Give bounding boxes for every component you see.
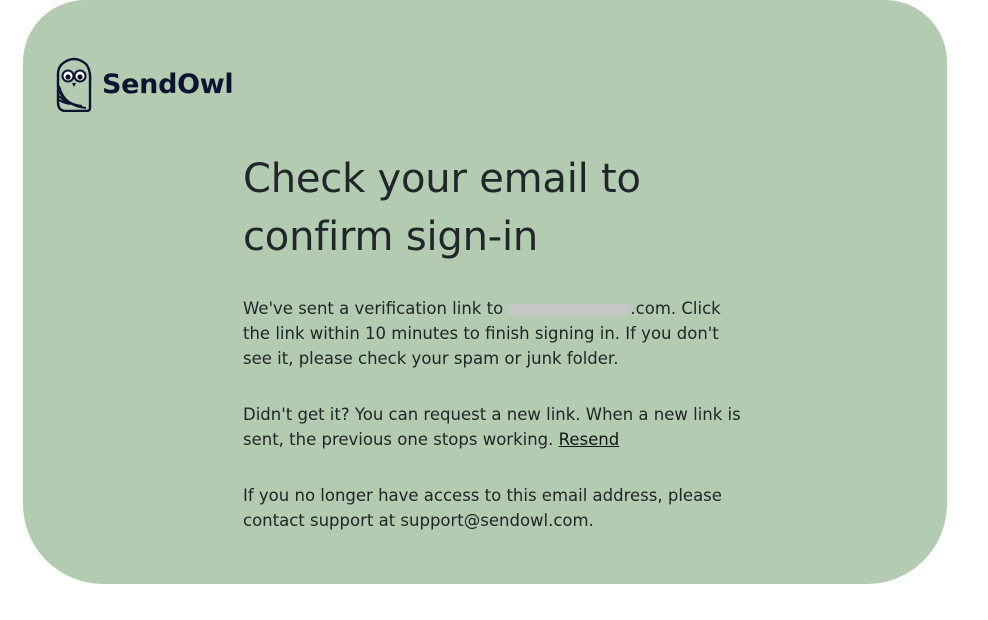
resend-message-text: Didn't get it? You can request a new lin…: [243, 405, 741, 449]
brand-name: SendOwl: [102, 68, 234, 100]
resend-link[interactable]: Resend: [559, 430, 620, 449]
page-title: Check your email to confirm sign-in: [243, 156, 641, 260]
verification-message-prefix: We've sent a verification link to: [243, 299, 509, 318]
redacted-email: [508, 303, 631, 316]
content-card: SendOwl Check your email to confirm sign…: [23, 0, 947, 584]
sendowl-logo[interactable]: SendOwl: [56, 56, 234, 112]
owl-logo-icon: [56, 57, 92, 112]
main-content: Check your email to confirm sign-in We'v…: [243, 150, 743, 533]
verification-message: We've sent a verification link to .com. …: [243, 296, 743, 371]
resend-message: Didn't get it? You can request a new lin…: [243, 402, 743, 452]
support-message: If you no longer have access to this ema…: [243, 486, 722, 530]
email-domain-suffix: .com: [630, 299, 671, 318]
